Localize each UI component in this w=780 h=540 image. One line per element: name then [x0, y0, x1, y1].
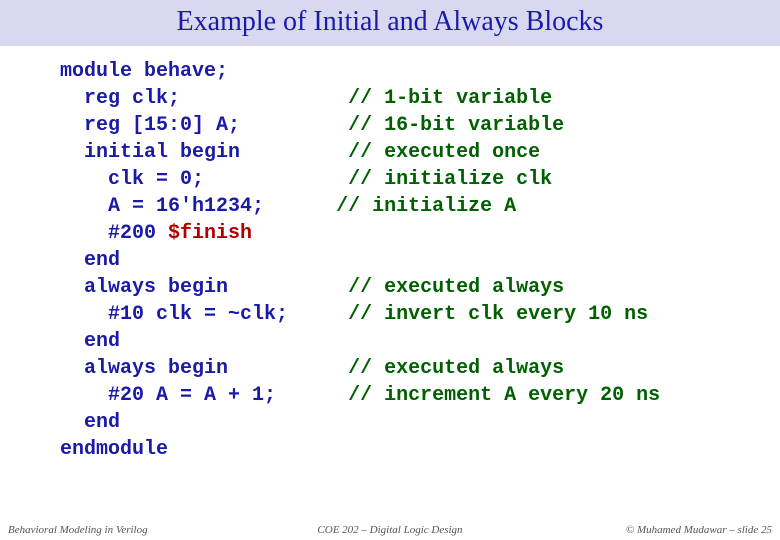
- code-line: reg clk;: [60, 87, 180, 110]
- pad: [204, 168, 348, 191]
- slide-title: Example of Initial and Always Blocks: [0, 6, 780, 38]
- code-line: module behave;: [60, 60, 228, 83]
- code-comment: // 1-bit variable: [348, 87, 552, 110]
- pad: [264, 195, 336, 218]
- code-line: endmodule: [60, 438, 168, 461]
- pad: [240, 114, 348, 137]
- pad: [228, 357, 348, 380]
- code-comment: // 16-bit variable: [348, 114, 564, 137]
- code-comment: // initialize clk: [348, 168, 552, 191]
- code-line: clk = 0;: [60, 168, 204, 191]
- code-line: A = 16'h1234;: [60, 195, 264, 218]
- code-comment: // executed always: [348, 357, 564, 380]
- code-comment: // executed always: [348, 276, 564, 299]
- system-task: $finish: [168, 222, 252, 245]
- code-comment: // increment A every 20 ns: [348, 384, 660, 407]
- footer-right: © Muhamed Mudawar – slide 25: [572, 524, 772, 536]
- title-bar: Example of Initial and Always Blocks: [0, 0, 780, 46]
- code-line: always begin: [60, 276, 228, 299]
- code-line: always begin: [60, 357, 228, 380]
- code-line: #200: [60, 222, 168, 245]
- code-comment: // initialize A: [336, 195, 516, 218]
- code-line: reg [15:0] A;: [60, 114, 240, 137]
- footer-left: Behavioral Modeling in Verilog: [8, 524, 208, 536]
- pad: [276, 384, 348, 407]
- code-line: #10 clk = ~clk;: [60, 303, 288, 326]
- code-line: initial begin: [60, 141, 240, 164]
- code-line: #20 A = A + 1;: [60, 384, 276, 407]
- pad: [180, 87, 348, 110]
- code-comment: // executed once: [348, 141, 540, 164]
- footer-mid: COE 202 – Digital Logic Design: [208, 524, 572, 536]
- code-example: module behave; reg clk; // 1-bit variabl…: [0, 46, 780, 463]
- code-line: end: [60, 330, 120, 353]
- pad: [228, 276, 348, 299]
- code-line: end: [60, 249, 120, 272]
- footer: Behavioral Modeling in Verilog COE 202 –…: [0, 524, 780, 536]
- code-line: end: [60, 411, 120, 434]
- pad: [288, 303, 348, 326]
- pad: [240, 141, 348, 164]
- code-comment: // invert clk every 10 ns: [348, 303, 648, 326]
